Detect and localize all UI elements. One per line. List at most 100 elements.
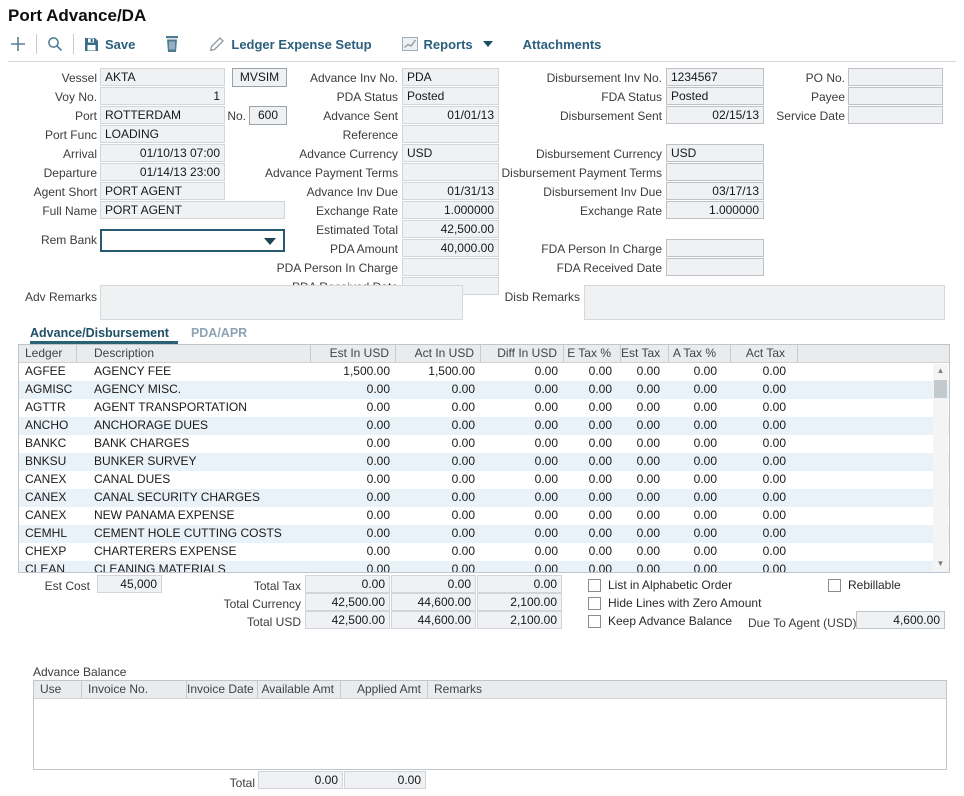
- column-header[interactable]: Invoice Date: [187, 681, 258, 698]
- table-cell: 0.00: [396, 543, 481, 561]
- tab-pda-apr[interactable]: PDA/APR: [191, 326, 247, 344]
- save-button[interactable]: Save: [84, 37, 135, 52]
- advance-inv-no-field[interactable]: PDA: [402, 68, 499, 86]
- advance-currency-field[interactable]: USD: [402, 144, 499, 162]
- column-header[interactable]: Applied Amt: [341, 681, 428, 698]
- table-cell: 0.00: [731, 417, 798, 435]
- adv-remarks-textarea[interactable]: [100, 285, 463, 320]
- table-row[interactable]: CEMHLCEMENT HOLE CUTTING COSTS0.000.000.…: [19, 525, 949, 543]
- table-row[interactable]: BNKSUBUNKER SURVEY0.000.000.000.000.000.…: [19, 453, 949, 471]
- column-header[interactable]: Diff In USD: [481, 345, 564, 362]
- column-header[interactable]: Invoice No.: [82, 681, 187, 698]
- disbursement-exchange-rate-field[interactable]: 1.000000: [666, 201, 764, 219]
- advance-inv-due-field[interactable]: 01/31/13: [402, 182, 499, 200]
- table-cell: 0.00: [396, 561, 481, 573]
- payee-field[interactable]: [848, 87, 943, 105]
- pda-person-in-charge-field[interactable]: [402, 258, 499, 276]
- advance-exchange-rate-field[interactable]: 1.000000: [402, 201, 499, 219]
- est-cost-field[interactable]: 45,000: [97, 575, 162, 593]
- table-row[interactable]: CANEXCANAL DUES0.000.000.000.000.000.000…: [19, 471, 949, 489]
- delete-button[interactable]: [165, 36, 179, 52]
- full-name-field[interactable]: PORT AGENT: [100, 201, 285, 219]
- agent-short-field[interactable]: PORT AGENT: [100, 182, 225, 200]
- table-cell: 0.00: [669, 543, 731, 561]
- column-header[interactable]: Description: [77, 345, 311, 362]
- rem-bank-select[interactable]: [100, 229, 285, 252]
- vessel-field[interactable]: AKTA: [100, 68, 225, 86]
- table-row[interactable]: CANEXCANAL SECURITY CHARGES0.000.000.000…: [19, 489, 949, 507]
- checkbox-icon[interactable]: [588, 597, 601, 610]
- checkbox-icon[interactable]: [828, 579, 841, 592]
- advance-sent-field[interactable]: 01/01/13: [402, 106, 499, 124]
- arrival-field[interactable]: 01/10/13 07:00: [100, 144, 225, 162]
- table-cell: 0.00: [621, 453, 669, 471]
- total-currency-act: 44,600.00: [391, 593, 476, 611]
- advance-payment-terms-field[interactable]: [402, 163, 499, 181]
- table-cell: ANCHO: [19, 417, 77, 435]
- search-button[interactable]: [47, 36, 63, 52]
- checkbox-icon[interactable]: [588, 579, 601, 592]
- table-cell: 0.00: [669, 417, 731, 435]
- checkbox-keep-advance-balance[interactable]: Keep Advance Balance: [588, 613, 732, 629]
- table-row[interactable]: CLEANCLEANING MATERIALS0.000.000.000.000…: [19, 561, 949, 573]
- column-header[interactable]: A Tax %: [669, 345, 731, 362]
- disbursement-inv-no-field[interactable]: 1234567: [666, 68, 764, 86]
- fda-person-in-charge-field[interactable]: [666, 239, 764, 257]
- table-row[interactable]: BANKCBANK CHARGES0.000.000.000.000.000.0…: [19, 435, 949, 453]
- po-no-field[interactable]: [848, 68, 943, 86]
- reference-field[interactable]: [402, 125, 499, 143]
- vertical-scrollbar[interactable]: ▲ ▼: [933, 364, 948, 571]
- checkbox-list-alphabetic[interactable]: List in Alphabetic Order: [588, 577, 732, 593]
- fda-status-field[interactable]: Posted: [666, 87, 764, 105]
- table-row[interactable]: AGMISCAGENCY MISC.0.000.000.000.000.000.…: [19, 381, 949, 399]
- disbursement-payment-terms-field[interactable]: [666, 163, 764, 181]
- table-cell: 0.00: [731, 489, 798, 507]
- table-cell: 0.00: [396, 525, 481, 543]
- departure-field[interactable]: 01/14/13 23:00: [100, 163, 225, 181]
- checkbox-icon[interactable]: [588, 615, 601, 628]
- scroll-up-icon[interactable]: ▲: [933, 364, 948, 378]
- table-row[interactable]: AGTTRAGENT TRANSPORTATION0.000.000.000.0…: [19, 399, 949, 417]
- checkbox-rebillable[interactable]: Rebillable: [828, 577, 901, 593]
- total-usd-label: Total USD: [200, 613, 301, 631]
- attachments-label: Attachments: [523, 37, 602, 52]
- column-header[interactable]: Available Amt: [258, 681, 341, 698]
- disb-remarks-textarea[interactable]: [584, 285, 945, 320]
- advance-balance-header: Use Invoice No. Invoice Date Available A…: [34, 681, 946, 699]
- scrollbar-thumb[interactable]: [934, 380, 947, 398]
- disbursement-currency-field[interactable]: USD: [666, 144, 764, 162]
- pencil-icon: [209, 36, 225, 52]
- column-header[interactable]: Est Tax: [621, 345, 669, 362]
- service-date-field[interactable]: [848, 106, 943, 124]
- scroll-down-icon[interactable]: ▼: [933, 557, 948, 571]
- disbursement-inv-due-field[interactable]: 03/17/13: [666, 182, 764, 200]
- table-cell: CEMHL: [19, 525, 77, 543]
- attachments-button[interactable]: Attachments: [523, 37, 602, 52]
- new-button[interactable]: [10, 36, 26, 52]
- table-row[interactable]: ANCHOANCHORAGE DUES0.000.000.000.000.000…: [19, 417, 949, 435]
- ledger-expense-setup-button[interactable]: Ledger Expense Setup: [209, 36, 371, 52]
- column-header[interactable]: Act Tax: [731, 345, 798, 362]
- pda-amount-field[interactable]: 40,000.00: [402, 239, 499, 257]
- table-row[interactable]: CANEXNEW PANAMA EXPENSE0.000.000.000.000…: [19, 507, 949, 525]
- column-header[interactable]: Remarks: [428, 681, 946, 698]
- table-cell: 0.00: [481, 489, 564, 507]
- column-header[interactable]: Act In USD: [396, 345, 481, 362]
- pda-status-label: PDA Status: [265, 88, 398, 106]
- disbursement-sent-field[interactable]: 02/15/13: [666, 106, 764, 124]
- reports-button[interactable]: Reports: [402, 37, 493, 52]
- column-header[interactable]: Ledger: [19, 345, 77, 362]
- table-row[interactable]: AGFEEAGENCY FEE1,500.001,500.000.000.000…: [19, 363, 949, 381]
- fda-received-date-field[interactable]: [666, 258, 764, 276]
- table-cell: 0.00: [669, 471, 731, 489]
- checkbox-hide-zero-lines[interactable]: Hide Lines with Zero Amount: [588, 595, 761, 611]
- pda-status-field[interactable]: Posted: [402, 87, 499, 105]
- voy-no-field[interactable]: 1: [100, 87, 225, 105]
- port-func-field[interactable]: LOADING: [100, 125, 225, 143]
- port-field[interactable]: ROTTERDAM: [100, 106, 225, 124]
- column-header[interactable]: E Tax %: [564, 345, 621, 362]
- rem-bank-label: Rem Bank: [8, 231, 97, 249]
- table-row[interactable]: CHEXPCHARTERERS EXPENSE0.000.000.000.000…: [19, 543, 949, 561]
- column-header[interactable]: Use: [34, 681, 82, 698]
- column-header[interactable]: Est In USD: [311, 345, 396, 362]
